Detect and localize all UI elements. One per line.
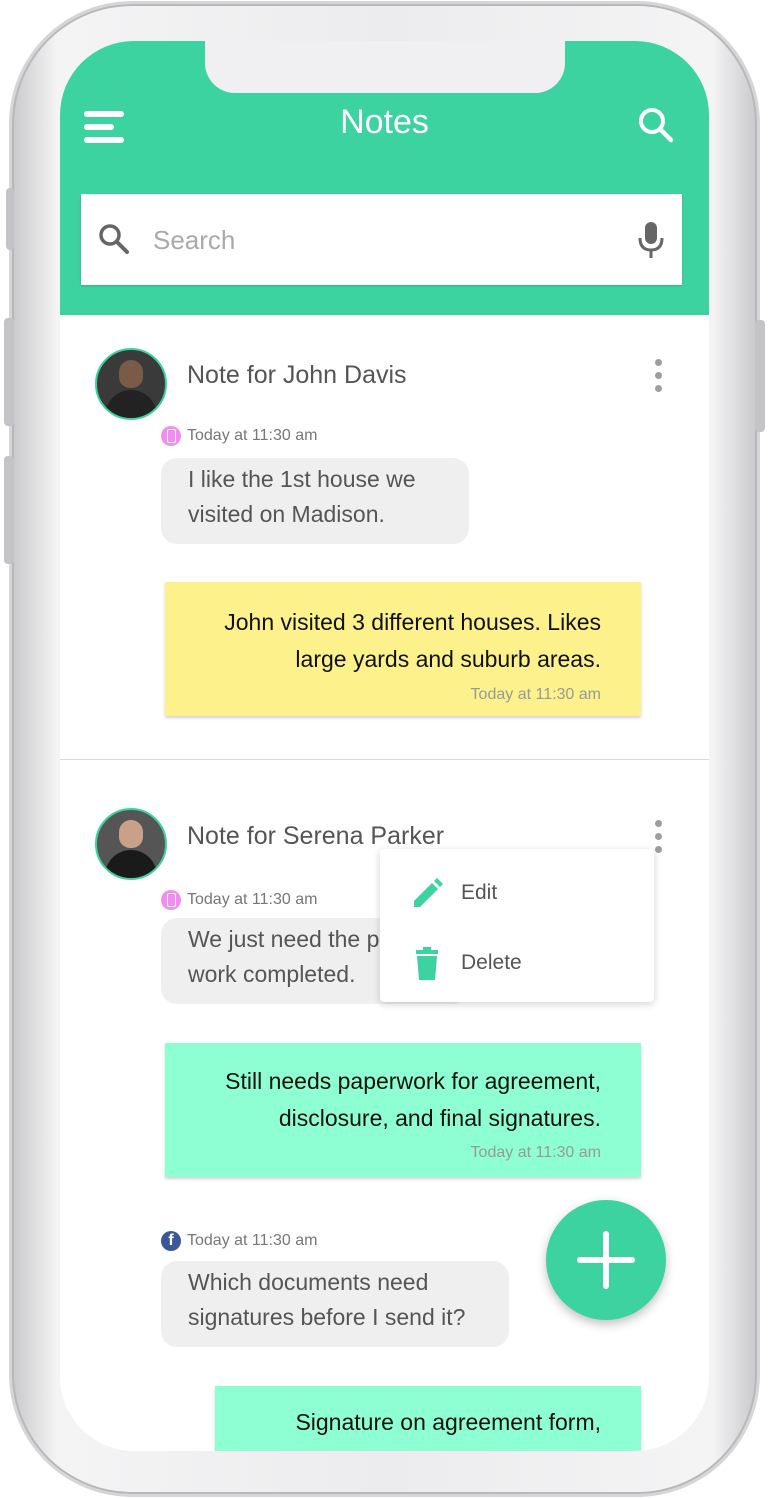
- message-bubble: Which documents need signatures before I…: [161, 1261, 509, 1347]
- message-meta: f Today at 11:30 am: [161, 1231, 317, 1251]
- trash-icon: [416, 947, 438, 980]
- plus-icon: [603, 1231, 609, 1289]
- search-bar: [81, 194, 682, 285]
- message-meta: Today at 11:30 am: [161, 426, 317, 446]
- sticky-note: Signature on agreement form,: [215, 1386, 641, 1451]
- search-icon[interactable]: [636, 105, 676, 145]
- message-meta: Today at 11:30 am: [161, 890, 317, 910]
- note-title: Note for John Davis: [187, 361, 407, 389]
- add-note-button[interactable]: [546, 1200, 666, 1320]
- phone-side-button: [4, 318, 14, 426]
- phone-source-icon: [161, 890, 181, 910]
- message-line: visited on Madison.: [188, 501, 385, 527]
- menu-item-label: Delete: [461, 951, 522, 974]
- message-time: Today at 11:30 am: [187, 891, 318, 908]
- menu-item-delete[interactable]: Delete: [380, 931, 654, 997]
- search-icon: [99, 224, 129, 254]
- sticky-line: disclosure, and final signatures.: [278, 1105, 601, 1131]
- sticky-time: Today at 11:30 am: [470, 686, 601, 703]
- message-time: Today at 11:30 am: [187, 427, 318, 444]
- message-line: signatures before I send it?: [188, 1304, 466, 1330]
- note-title: Note for Serena Parker: [187, 822, 445, 850]
- sticky-line: Still needs paperwork for agreement,: [225, 1068, 601, 1094]
- message-time: Today at 11:30 am: [187, 1232, 318, 1249]
- context-menu: Edit Delete: [380, 849, 654, 1002]
- sticky-time: Today at 11:30 am: [470, 1144, 601, 1161]
- menu-item-label: Edit: [461, 881, 498, 904]
- phone-side-button: [6, 188, 14, 250]
- search-input[interactable]: [151, 214, 615, 266]
- avatar: [95, 348, 167, 420]
- sticky-line: John visited 3 different houses. Likes: [224, 609, 601, 635]
- sticky-note: Still needs paperwork for agreement, dis…: [165, 1043, 641, 1177]
- sticky-line: large yards and suburb areas.: [295, 646, 601, 672]
- phone-screen: Notes Note for John Davis Today at 11:30…: [60, 41, 709, 1451]
- pencil-icon: [414, 878, 443, 907]
- sticky-note: John visited 3 different houses. Likes l…: [165, 582, 641, 716]
- facebook-icon: f: [161, 1231, 181, 1251]
- menu-item-edit[interactable]: Edit: [380, 861, 654, 927]
- message-bubble: I like the 1st house we visited on Madis…: [161, 458, 469, 544]
- divider: [60, 759, 709, 760]
- phone-side-button: [4, 456, 14, 564]
- more-vert-icon[interactable]: [648, 357, 668, 395]
- page-title: Notes: [340, 103, 429, 141]
- message-line: I like the 1st house we: [188, 466, 416, 492]
- notch: [205, 41, 565, 93]
- avatar: [95, 808, 167, 880]
- sticky-line: Signature on agreement form,: [295, 1409, 601, 1435]
- phone-source-icon: [161, 426, 181, 446]
- phone-power-button: [755, 320, 765, 432]
- microphone-icon[interactable]: [637, 220, 665, 260]
- message-line: Which documents need: [188, 1269, 429, 1295]
